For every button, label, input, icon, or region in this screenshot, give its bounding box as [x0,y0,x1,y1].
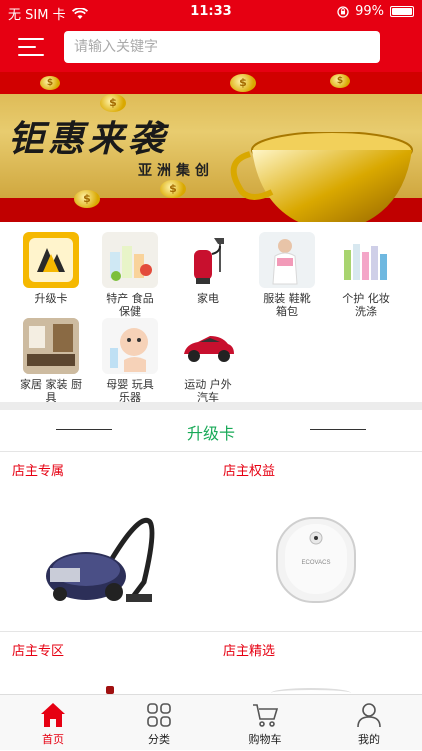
category-icon [145,701,173,729]
coin-icon: $ [330,74,350,88]
profile-icon [355,701,383,729]
home-icon [23,318,79,374]
battery-icon [390,6,414,17]
food-icon [102,232,158,288]
coin-icon: $ [230,74,256,92]
product-card-selected[interactable]: 店主精选 [211,631,422,694]
category-item-upgrade-card[interactable]: 升级卡 [13,222,89,305]
tab-label: 我的 [358,733,380,746]
orientation-lock-icon [337,5,349,18]
section-divider [0,402,422,410]
upgrade-card-icon [23,232,79,288]
category-label: 升级卡 [34,292,68,305]
product-image-partial [106,686,114,694]
banner-title: 钜惠来袭 [8,118,169,160]
clothing-icon [259,232,315,288]
product-card-benefits[interactable]: 店主权益 ECOVACS [211,451,422,631]
tab-label: 购物车 [248,733,282,746]
category-item-food[interactable]: 特产 食品 保健 [92,222,168,318]
category-label: 家电 [197,292,219,305]
tab-cart[interactable]: 购物车 [212,695,318,751]
header: 请输入关键字 [0,24,422,72]
category-item-clothing[interactable]: 服装 鞋靴 箱包 [249,222,325,318]
product-card-exclusive[interactable]: 店主专属 [0,451,211,631]
product-card-title: 店主专属 [12,464,65,479]
banner-subtitle: 亚洲集创 [138,163,214,179]
menu-icon[interactable] [18,36,44,58]
appliance-icon [180,232,236,288]
tab-home[interactable]: 首页 [0,695,106,751]
category-label: 运动 户外 汽车 [184,378,232,404]
bottom-tab-bar: 首页 分类 购物车 我的 [0,694,422,750]
category-label: 服装 鞋靴 箱包 [263,292,311,318]
product-card-title: 店主权益 [223,464,276,479]
coin-icon: $ [160,180,186,198]
tab-category[interactable]: 分类 [106,695,212,751]
tab-profile[interactable]: 我的 [316,695,422,751]
coin-icon: $ [40,76,60,90]
product-card-title: 店主专区 [12,644,65,659]
car-icon [180,318,236,374]
status-bar: 无 SIM 卡 11:33 99% [0,0,422,24]
cosmetics-icon [338,232,394,288]
category-item-appliance[interactable]: 家电 [170,222,246,305]
category-item-cosmetics[interactable]: 个护 化妆 洗涤 [328,222,404,318]
product-card-title: 店主精选 [223,644,276,659]
tab-label: 分类 [148,733,170,746]
search-input[interactable]: 请输入关键字 [64,31,380,63]
baby-icon [102,318,158,374]
category-item-car[interactable]: 运动 户外 汽车 [170,308,246,404]
home-icon [39,701,67,729]
section-header: 升级卡 [0,410,422,450]
category-label: 母婴 玩具 乐器 [106,378,154,404]
category-item-home[interactable]: 家居 家装 厨 具 [13,308,89,404]
trophy-icon [230,132,413,222]
category-label: 个护 化妆 洗涤 [342,292,390,318]
battery-percent: 99% [355,4,384,19]
section-title: 升级卡 [186,424,235,443]
product-card-zone[interactable]: 店主专区 [0,631,211,694]
vacuum-cleaner-image [46,518,155,602]
category-item-baby[interactable]: 母婴 玩具 乐器 [92,308,168,404]
svg-text:ECOVACS: ECOVACS [302,560,331,566]
category-grid: 升级卡 特产 食品 保健 家电 服装 鞋靴 箱包 个护 化妆 洗涤 家居 家装 … [0,222,422,404]
cart-icon [251,701,279,729]
title-line-right [310,429,366,430]
category-label: 家居 家装 厨 具 [20,378,82,404]
status-right: 99% [337,4,414,19]
promo-banner[interactable]: $ $ $ $ $ $ 钜惠来袭 亚洲集创 [0,72,422,222]
tab-label: 首页 [42,733,64,746]
coin-icon: $ [74,190,100,208]
robot-vacuum-image: ECOVACS [276,517,356,603]
